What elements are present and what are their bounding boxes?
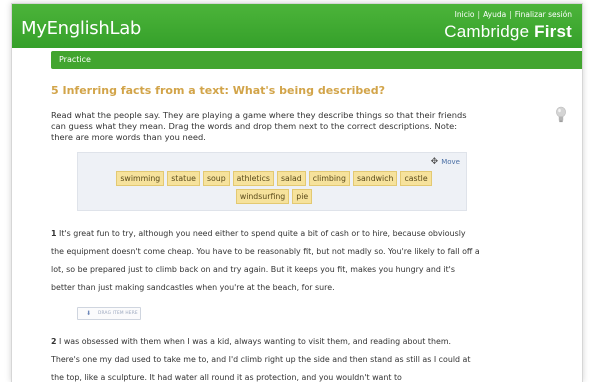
word-tile-sandwich[interactable]: sandwich <box>352 171 398 186</box>
drop-zone[interactable]: ⬇ DRAG ITEM HERE <box>77 307 141 320</box>
practice-label[interactable]: Practice <box>59 55 91 64</box>
practice-bar: Practice <box>51 51 582 69</box>
top-links: Inicio | Ayuda | Finalizar sesión <box>455 10 572 19</box>
word-tile-pie[interactable]: pie <box>292 189 313 204</box>
link-separator: | <box>509 10 512 19</box>
drop-zone-label: DRAG ITEM HERE <box>98 311 138 316</box>
link-ayuda[interactable]: Ayuda <box>483 10 506 19</box>
drag-down-arrow-icon: ⬇ <box>86 310 92 317</box>
brand-level: First <box>534 22 572 41</box>
paragraph-number: 2 <box>51 337 57 346</box>
exercise-instructions: Read what the people say. They are playi… <box>51 110 467 142</box>
app-window: MyEnglishLab Inicio | Ayuda | Finalizar … <box>11 3 583 382</box>
link-finalizar-sesion[interactable]: Finalizar sesión <box>515 10 572 19</box>
exercise-title: 5 Inferring facts from a text: What's be… <box>51 84 386 97</box>
brand-prefix: Cambridge <box>444 22 535 41</box>
word-tile-windsurfing[interactable]: windsurfing <box>235 189 290 204</box>
paragraph-text: It's great fun to try, although you need… <box>51 229 480 292</box>
move-label: Move <box>441 158 460 166</box>
word-tile-statue[interactable]: statue <box>167 171 200 186</box>
word-bank: ✥ Move swimming statue soup athletics sa… <box>77 152 467 211</box>
word-tile-swimming[interactable]: swimming <box>116 171 165 186</box>
logo: MyEnglishLab <box>21 18 142 39</box>
link-inicio[interactable]: Inicio <box>455 10 475 19</box>
word-tiles: swimming statue soup athletics salad cli… <box>93 171 455 204</box>
paragraph-number: 1 <box>51 229 57 238</box>
link-separator: | <box>477 10 481 19</box>
word-tile-castle[interactable]: castle <box>400 171 432 186</box>
description-paragraph-1: 1 It's great fun to try, although you ne… <box>51 225 481 297</box>
word-tile-climbing[interactable]: climbing <box>308 171 350 186</box>
lightbulb-icon[interactable] <box>555 106 567 124</box>
word-tile-athletics[interactable]: athletics <box>232 171 274 186</box>
header: MyEnglishLab Inicio | Ayuda | Finalizar … <box>12 4 582 48</box>
course-brand: Cambridge First <box>444 22 572 42</box>
paragraph-text: I was obsessed with them when I was a ki… <box>51 337 471 382</box>
move-handle[interactable]: ✥ Move <box>431 157 460 167</box>
word-tile-salad[interactable]: salad <box>276 171 306 186</box>
description-paragraph-2: 2 I was obsessed with them when I was a … <box>51 333 481 382</box>
move-arrows-icon: ✥ <box>430 157 439 167</box>
word-tile-soup[interactable]: soup <box>202 171 230 186</box>
